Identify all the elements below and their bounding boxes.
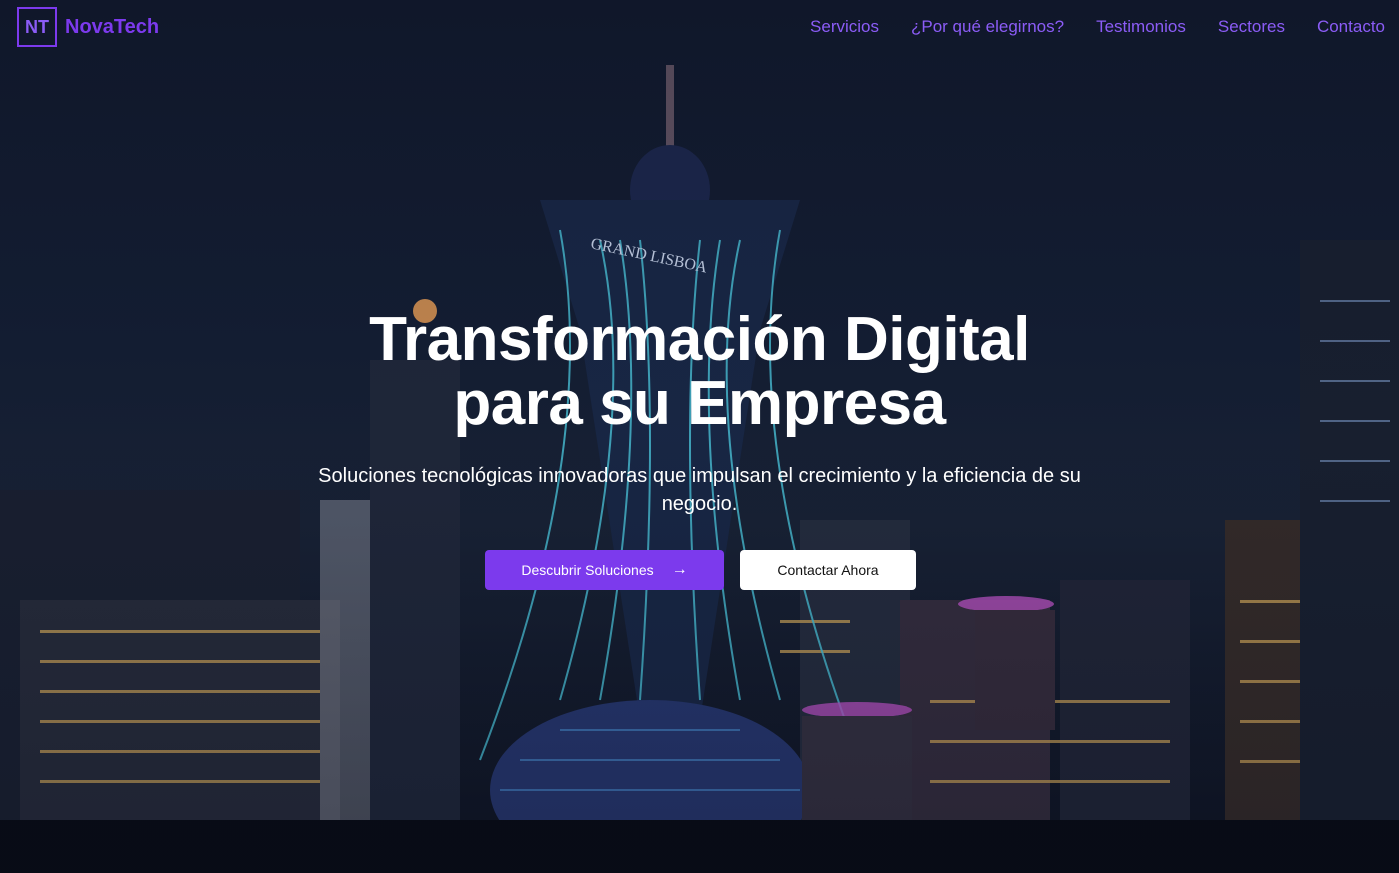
arrow-right-icon: →	[671, 561, 688, 578]
nav-link-por-que-elegirnos[interactable]: ¿Por qué elegirnos?	[911, 17, 1064, 37]
hero-section: Transformación Digital para su Empresa S…	[0, 300, 1399, 518]
nav-links: Servicios ¿Por qué elegirnos? Testimonio…	[810, 17, 1385, 37]
hero-title: Transformación Digital para su Empresa	[369, 305, 1030, 438]
navbar: NT NovaTech Servicios ¿Por qué elegirnos…	[0, 0, 1399, 54]
nav-link-servicios[interactable]: Servicios	[810, 17, 879, 37]
discover-solutions-label: Descubrir Soluciones	[521, 562, 654, 578]
nav-link-sectores[interactable]: Sectores	[1218, 17, 1285, 37]
nav-link-contacto[interactable]: Contacto	[1317, 17, 1385, 37]
brand-name: NovaTech	[65, 15, 160, 38]
hero-subtitle: Soluciones tecnológicas innovadoras que …	[318, 465, 1081, 515]
contact-now-button[interactable]: Contactar Ahora	[740, 550, 916, 590]
hero-actions: Descubrir Soluciones → Contactar Ahora	[485, 550, 916, 590]
logo-mark: NT	[17, 7, 57, 47]
discover-solutions-button[interactable]: Descubrir Soluciones →	[485, 550, 724, 590]
brand-logo[interactable]: NT NovaTech	[17, 7, 159, 47]
nav-link-testimonios[interactable]: Testimonios	[1096, 17, 1186, 37]
